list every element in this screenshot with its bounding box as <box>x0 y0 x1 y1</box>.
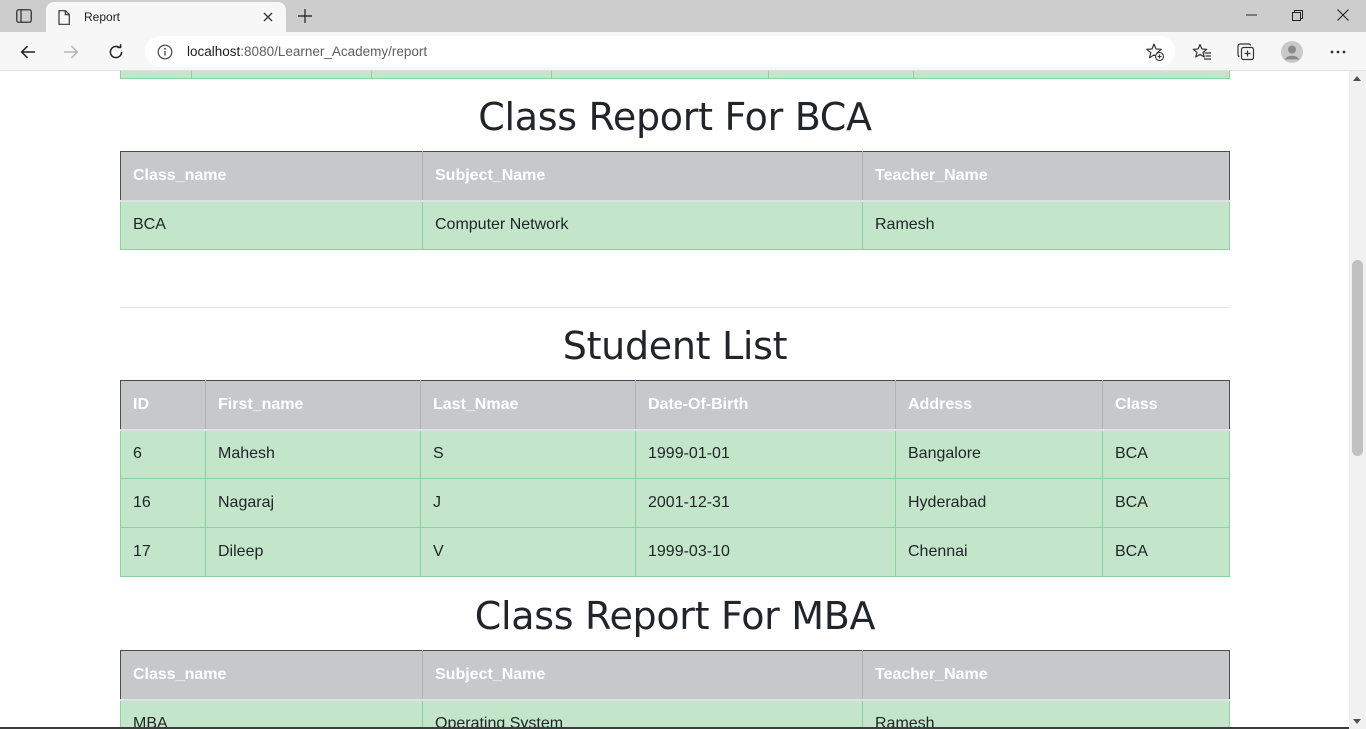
page-viewport: Class Report For BCA Class_name Subject_… <box>0 71 1349 729</box>
table-header-row: Class_name Subject_Name Teacher_Name <box>120 151 1230 202</box>
minimize-icon[interactable] <box>1228 0 1274 30</box>
table-cell: Nagaraj <box>205 478 421 528</box>
column-header: Class <box>1102 380 1230 431</box>
new-tab-icon[interactable] <box>294 5 316 27</box>
table-row: BCA Computer Network Ramesh <box>120 200 1230 250</box>
table-cell: BCA <box>1102 429 1230 479</box>
mba-class-table: Class_name Subject_Name Teacher_Name MBA… <box>120 650 1230 729</box>
back-arrow-icon[interactable] <box>15 39 41 65</box>
column-header: Date-Of-Birth <box>635 380 896 431</box>
column-header: Last_Nmae <box>420 380 636 431</box>
collections-icon[interactable] <box>1234 40 1258 64</box>
profile-avatar-icon[interactable] <box>1280 40 1304 64</box>
table-cell: 1999-01-01 <box>635 429 896 479</box>
column-header: Subject_Name <box>422 151 863 202</box>
table-row: 17 Dileep V 1999-03-10 Chennai BCA <box>120 527 1230 577</box>
url-path: :8080/Learner_Academy/report <box>240 44 428 59</box>
url-text[interactable]: localhost:8080/Learner_Academy/report <box>187 44 427 59</box>
refresh-icon[interactable] <box>103 39 129 65</box>
add-favorite-icon[interactable] <box>1145 42 1165 62</box>
column-header: Teacher_Name <box>862 650 1230 701</box>
table-cell: BCA <box>120 200 423 250</box>
table-row: 6 Mahesh S 1999-01-01 Bangalore BCA <box>120 429 1230 479</box>
browser-toolbar: localhost:8080/Learner_Academy/report <box>0 32 1366 71</box>
bca-report-title: Class Report For BCA <box>478 95 872 139</box>
column-header: Teacher_Name <box>862 151 1230 202</box>
column-header: First_name <box>205 380 421 431</box>
table-cell: Bangalore <box>895 429 1103 479</box>
table-header-row: ID First_name Last_Nmae Date-Of-Birth Ad… <box>120 380 1230 431</box>
browser-tab[interactable]: Report <box>46 2 286 32</box>
table-cell: S <box>420 429 636 479</box>
vertical-scrollbar[interactable] <box>1349 71 1366 729</box>
table-cell: Mahesh <box>205 429 421 479</box>
column-header: Address <box>895 380 1103 431</box>
table-cell: Computer Network <box>422 200 863 250</box>
table-cell: 17 <box>120 527 206 577</box>
table-cell: Ramesh <box>862 200 1230 250</box>
favorites-icon[interactable] <box>1190 40 1214 64</box>
table-cell: Operating System <box>422 699 863 729</box>
student-list-table: ID First_name Last_Nmae Date-Of-Birth Ad… <box>120 380 1230 577</box>
restore-icon[interactable] <box>1274 0 1320 30</box>
table-cell: 16 <box>120 478 206 528</box>
table-header-row: Class_name Subject_Name Teacher_Name <box>120 650 1230 701</box>
table-cell: 1999-03-10 <box>635 527 896 577</box>
table-row: 16 Nagaraj J 2001-12-31 Hyderabad BCA <box>120 478 1230 528</box>
more-options-icon[interactable] <box>1326 40 1350 64</box>
table-cell: J <box>420 478 636 528</box>
column-header: Subject_Name <box>422 650 863 701</box>
scroll-down-arrow-icon[interactable] <box>1353 719 1361 724</box>
column-header: ID <box>120 380 206 431</box>
table-cell: MBA <box>120 699 423 729</box>
previous-table-remnant <box>120 71 1230 79</box>
close-tab-icon[interactable] <box>260 9 276 25</box>
scrollbar-thumb[interactable] <box>1352 260 1363 456</box>
close-window-icon[interactable] <box>1320 0 1366 30</box>
info-icon[interactable] <box>157 44 173 60</box>
table-cell: Chennai <box>895 527 1103 577</box>
tab-title: Report <box>84 10 121 24</box>
table-cell: 2001-12-31 <box>635 478 896 528</box>
table-cell: V <box>420 527 636 577</box>
table-row: MBA Operating System Ramesh <box>120 699 1230 729</box>
table-cell: Dileep <box>205 527 421 577</box>
tab-actions-icon[interactable] <box>10 6 38 26</box>
column-header: Class_name <box>120 650 423 701</box>
tab-strip: Report <box>0 0 1366 32</box>
scroll-up-arrow-icon[interactable] <box>1353 76 1361 81</box>
table-cell: BCA <box>1102 478 1230 528</box>
page-icon <box>58 9 72 25</box>
student-list-title: Student List <box>562 324 788 368</box>
section-divider <box>120 307 1230 308</box>
column-header: Class_name <box>120 151 423 202</box>
forward-arrow-icon[interactable] <box>58 39 84 65</box>
mba-report-title: Class Report For MBA <box>474 594 876 638</box>
table-cell: 6 <box>120 429 206 479</box>
table-cell: BCA <box>1102 527 1230 577</box>
table-cell: Hyderabad <box>895 478 1103 528</box>
url-host: localhost <box>187 44 241 59</box>
address-bar[interactable]: localhost:8080/Learner_Academy/report <box>145 36 1175 67</box>
bca-class-table: Class_name Subject_Name Teacher_Name BCA… <box>120 151 1230 250</box>
table-cell: Ramesh <box>862 699 1230 729</box>
